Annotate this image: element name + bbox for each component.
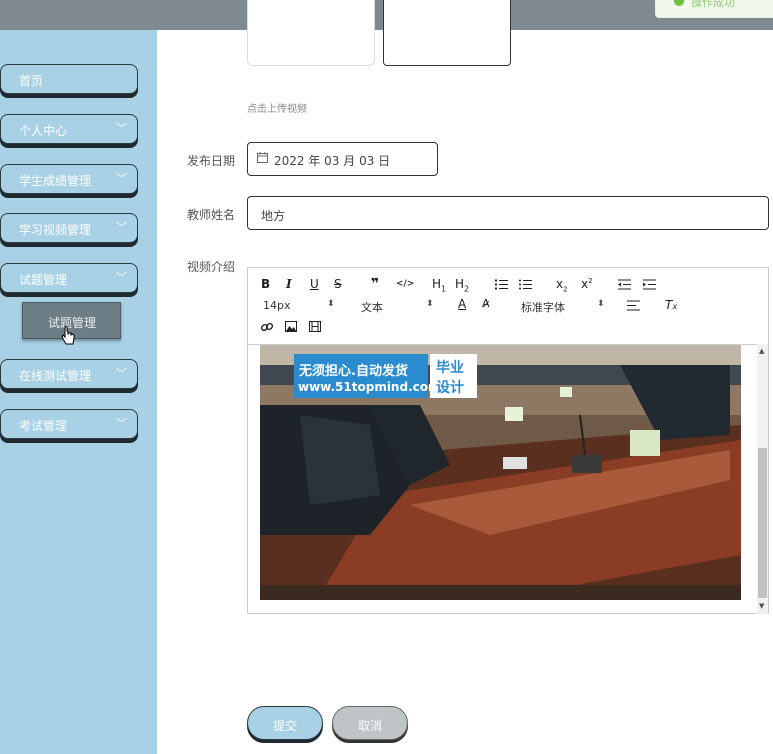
video-intro-label: 视频介绍 xyxy=(187,260,236,274)
sidebar-item-label: 个人中心 xyxy=(19,124,68,138)
editor-scrollbar[interactable]: ▲ ▼ xyxy=(757,344,768,614)
sidebar-item-label: 考试管理 xyxy=(19,419,68,433)
sidebar-item-label: 在线测试管理 xyxy=(19,369,92,383)
clear-format-icon[interactable]: Tx xyxy=(665,298,677,312)
submit-button-label: 提交 xyxy=(272,719,297,733)
watermark-tag1: 毕业 xyxy=(436,360,464,376)
chevron-updown-icon: ⬍ xyxy=(327,299,335,309)
sidebar-item-label: 学习视频管理 xyxy=(19,223,92,237)
watermark-panel: 无须担心.自动发货 www.51topmind.com xyxy=(294,354,441,398)
cancel-button-label: 取消 xyxy=(357,719,382,733)
font-color-icon[interactable]: A xyxy=(458,297,466,311)
sidebar-item-questions[interactable]: 试题管理 ﹀ xyxy=(0,263,138,293)
chevron-down-icon: ﹀ xyxy=(116,367,127,380)
cancel-button[interactable]: 取消 xyxy=(332,706,408,740)
chevron-updown-icon: ⬍ xyxy=(426,299,434,309)
hand-cursor-icon xyxy=(61,326,75,345)
h1-icon[interactable]: H1 xyxy=(432,277,446,293)
date-label: 发布日期 xyxy=(187,154,236,168)
outdent-icon[interactable] xyxy=(618,279,631,290)
upload-hint: 点击上传视频 xyxy=(247,104,307,115)
watermark-tag: 毕业 设计 xyxy=(430,354,477,398)
rich-text-editor[interactable]: B I U S ❞ </> H1 H2 x2 x2 14px ⬍ 文本 ⬍ A … xyxy=(247,267,769,614)
bold-icon[interactable]: B xyxy=(261,277,270,291)
sidebar-item-personal-center[interactable]: 个人中心 ﹀ xyxy=(0,114,138,144)
superscript-icon[interactable]: x2 xyxy=(581,277,593,291)
watermark-line1: 无须担心.自动发货 xyxy=(299,364,408,379)
chevron-down-icon: ﹀ xyxy=(116,417,127,430)
h2-icon[interactable]: H2 xyxy=(455,277,469,293)
align-icon[interactable] xyxy=(627,300,640,311)
scroll-up-icon[interactable]: ▲ xyxy=(759,347,764,355)
calendar-icon xyxy=(257,152,268,163)
teacher-name-input[interactable]: 地方 xyxy=(247,196,769,230)
quote-icon[interactable]: ❞ xyxy=(371,276,379,292)
video-preview-box[interactable] xyxy=(247,0,375,66)
chevron-down-icon: ﹀ xyxy=(116,271,127,284)
chevron-updown-icon: ⬍ xyxy=(597,299,605,309)
ordered-list-icon[interactable] xyxy=(495,279,508,290)
sidebar-item-online-tests[interactable]: 在线测试管理 ﹀ xyxy=(0,359,138,389)
sidebar-item-student-grades[interactable]: 学生成绩管理 ﹀ xyxy=(0,164,138,194)
bullet-list-icon[interactable] xyxy=(519,279,532,290)
sidebar-item-study-videos[interactable]: 学习视频管理 ﹀ xyxy=(0,213,138,243)
date-picker[interactable]: 2022 年 03 月 03 日 xyxy=(247,142,438,176)
scroll-down-icon[interactable]: ▼ xyxy=(759,602,764,610)
teacher-name-label: 教师姓名 xyxy=(187,208,236,222)
chevron-down-icon: ﹀ xyxy=(116,221,127,234)
subscript-icon[interactable]: x2 xyxy=(556,277,568,293)
sidebar-item-label: 首页 xyxy=(19,74,44,88)
chevron-down-icon: ﹀ xyxy=(116,122,127,135)
toast-text: 操作成功 xyxy=(691,0,735,9)
sidebar-item-label: 试题管理 xyxy=(19,273,68,287)
code-icon[interactable]: </> xyxy=(396,279,414,289)
italic-icon[interactable]: I xyxy=(286,277,292,291)
underline-icon[interactable]: U xyxy=(310,277,319,291)
font-family-select[interactable]: 标准字体 xyxy=(521,299,565,315)
watermark-line2: www.51topmind.com xyxy=(298,380,441,394)
scrollbar-thumb[interactable] xyxy=(758,448,767,598)
watermark-tag2: 设计 xyxy=(436,380,464,396)
chevron-down-icon: ﹀ xyxy=(116,172,127,185)
link-icon[interactable] xyxy=(261,321,273,333)
sidebar-item-home[interactable]: 首页 xyxy=(0,64,138,94)
font-size-select[interactable]: 14px xyxy=(263,299,291,312)
image-icon[interactable] xyxy=(285,321,297,332)
success-toast: 操作成功 xyxy=(655,0,773,18)
sidebar-item-exams[interactable]: 考试管理 ﹀ xyxy=(0,409,138,439)
paragraph-select[interactable]: 文本 xyxy=(361,299,383,315)
watermark: 无须担心.自动发货 www.51topmind.com 毕业 设计 xyxy=(294,354,477,398)
date-value: 2022 年 03 月 03 日 xyxy=(274,154,391,168)
success-check-icon xyxy=(674,0,684,6)
teacher-name-value: 地方 xyxy=(261,209,286,223)
indent-icon[interactable] xyxy=(643,279,656,290)
video-icon[interactable] xyxy=(309,321,321,332)
background-color-icon[interactable]: A̷ xyxy=(482,297,490,310)
submit-button[interactable]: 提交 xyxy=(247,706,323,740)
sidebar-item-label: 学生成绩管理 xyxy=(19,174,92,188)
strikethrough-icon[interactable]: S xyxy=(334,277,342,291)
video-upload-box[interactable] xyxy=(383,0,511,66)
